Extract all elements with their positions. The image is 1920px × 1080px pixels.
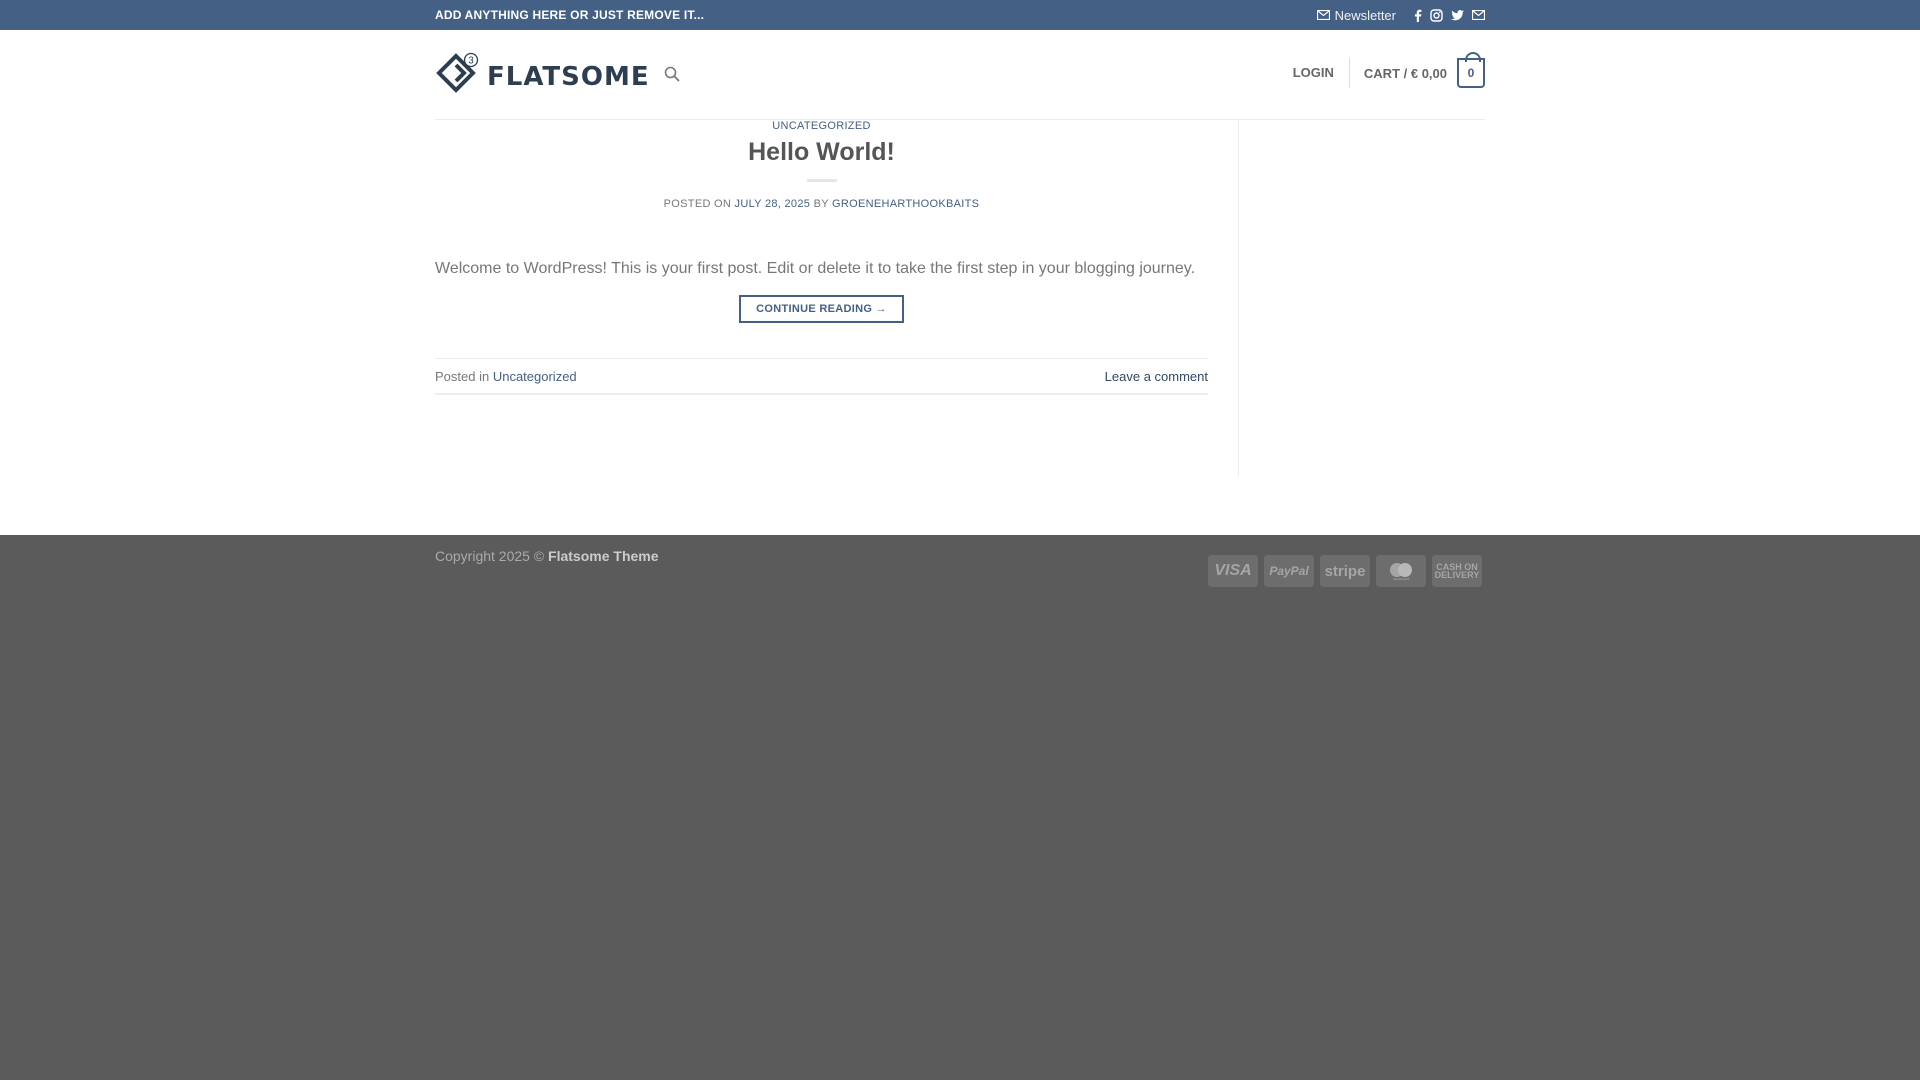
copyright-prefix: Copyright 2025 © bbox=[435, 548, 545, 564]
visa-icon: VISA bbox=[1208, 555, 1258, 587]
facebook-icon[interactable] bbox=[1414, 9, 1422, 22]
leave-comment-link[interactable]: Leave a comment bbox=[1105, 369, 1208, 384]
post-excerpt: Welcome to WordPress! This is your first… bbox=[435, 260, 1196, 277]
paypal-icon: PayPal bbox=[1264, 555, 1314, 587]
cart-count-badge: 0 bbox=[1457, 52, 1485, 88]
newsletter-link[interactable]: Newsletter bbox=[1316, 7, 1396, 23]
continue-reading-button[interactable]: CONTINUE READING → bbox=[739, 295, 904, 323]
cash-on-delivery-icon: CASH ON DELIVERY bbox=[1432, 555, 1482, 587]
top-bar: ADD ANYTHING HERE OR JUST REMOVE IT... N… bbox=[0, 0, 1920, 30]
search-icon[interactable] bbox=[664, 66, 680, 87]
twitter-icon[interactable] bbox=[1451, 9, 1464, 21]
top-bar-message: ADD ANYTHING HERE OR JUST REMOVE IT... bbox=[435, 8, 705, 22]
copyright-text: Copyright 2025 © Flatsome Theme bbox=[435, 548, 659, 564]
posted-in-category-link[interactable]: Uncategorized bbox=[493, 369, 577, 384]
posted-in-label: Posted in bbox=[435, 368, 490, 384]
posted-on-label: POSTED ON bbox=[663, 198, 732, 210]
cart-link[interactable]: CART / € 0,00 0 bbox=[1363, 52, 1485, 88]
logo-text: FLATSOME bbox=[487, 61, 650, 92]
cart-label: CART / € 0,00 bbox=[1363, 65, 1447, 81]
post-meta: POSTED ON JULY 28, 2025 BY GROENEHARTHOO… bbox=[435, 198, 1208, 210]
mastercard-label: mastercard bbox=[1393, 577, 1409, 581]
email-icon[interactable] bbox=[1472, 10, 1485, 20]
payment-icons: VISA PayPal stripe mastercard CASH ON DE… bbox=[1208, 555, 1482, 587]
by-label: BY bbox=[813, 198, 829, 210]
mastercard-icon: mastercard bbox=[1376, 555, 1426, 587]
instagram-icon[interactable] bbox=[1430, 8, 1443, 22]
site-logo[interactable]: 3 FLATSOME bbox=[435, 52, 650, 101]
post-category[interactable]: UNCATEGORIZED bbox=[435, 120, 1208, 132]
post-author-link[interactable]: GROENEHARTHOOKBAITS bbox=[832, 198, 979, 210]
logo-mark-icon: 3 bbox=[435, 52, 479, 101]
envelope-icon bbox=[1316, 10, 1330, 20]
title-divider bbox=[806, 179, 837, 182]
post-title[interactable]: Hello World! bbox=[435, 138, 1208, 167]
newsletter-label: Newsletter bbox=[1334, 7, 1396, 23]
sidebar-divider bbox=[1238, 120, 1239, 476]
post-footer-meta: Posted in Uncategorized Leave a comment bbox=[435, 358, 1208, 395]
site-header: 3 FLATSOME LOGIN CART / € 0,00 0 bbox=[435, 30, 1485, 120]
post-date-link[interactable]: JULY 28, 2025 bbox=[735, 198, 811, 210]
site-footer: Copyright 2025 © Flatsome Theme VISA Pay… bbox=[0, 535, 1920, 1080]
login-link[interactable]: LOGIN bbox=[1293, 58, 1350, 88]
stripe-icon: stripe bbox=[1320, 555, 1370, 587]
copyright-name: Flatsome Theme bbox=[548, 548, 659, 564]
logo-badge: 3 bbox=[468, 56, 474, 67]
post-article: UNCATEGORIZED Hello World! POSTED ON JUL… bbox=[435, 120, 1208, 395]
